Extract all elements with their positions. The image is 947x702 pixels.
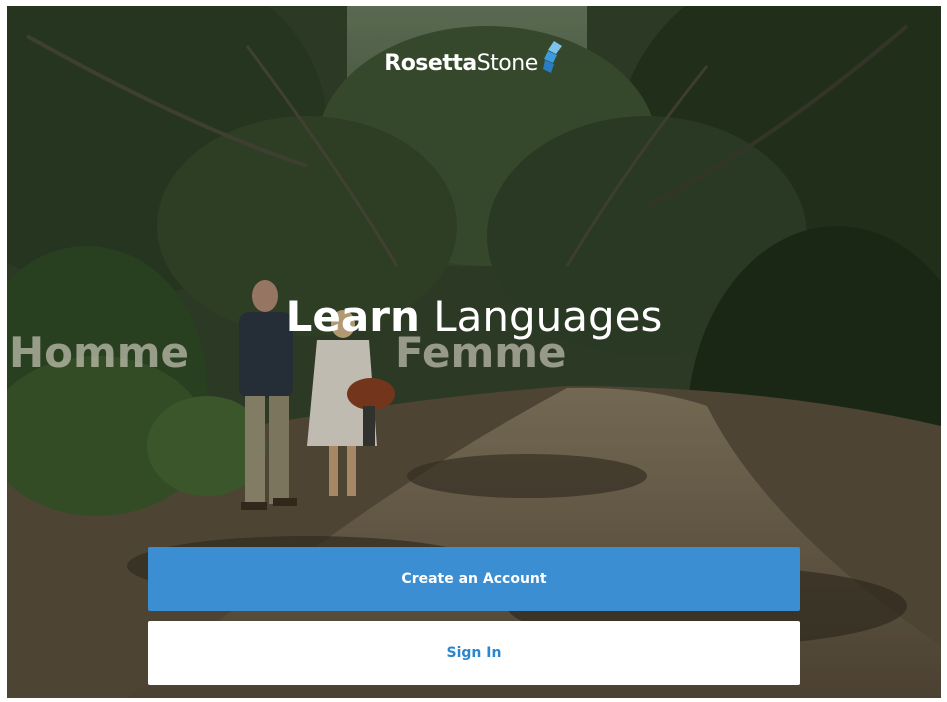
rosetta-stone-logo: RosettaStone (7, 40, 941, 80)
headline-light-word: Languages (433, 292, 663, 341)
brand-name-bold: Rosetta (384, 51, 477, 76)
brand-name-light: Stone (476, 51, 539, 76)
headline-strong-word: Learn (285, 292, 420, 341)
create-account-button[interactable]: Create an Account (148, 547, 800, 611)
rosetta-stone-logo-icon (542, 40, 564, 80)
sign-in-button[interactable]: Sign In (148, 621, 800, 685)
learn-languages-headline: Learn Languages (7, 292, 941, 341)
welcome-screen: RosettaStone Homme Femme Learn Languages… (7, 6, 941, 698)
